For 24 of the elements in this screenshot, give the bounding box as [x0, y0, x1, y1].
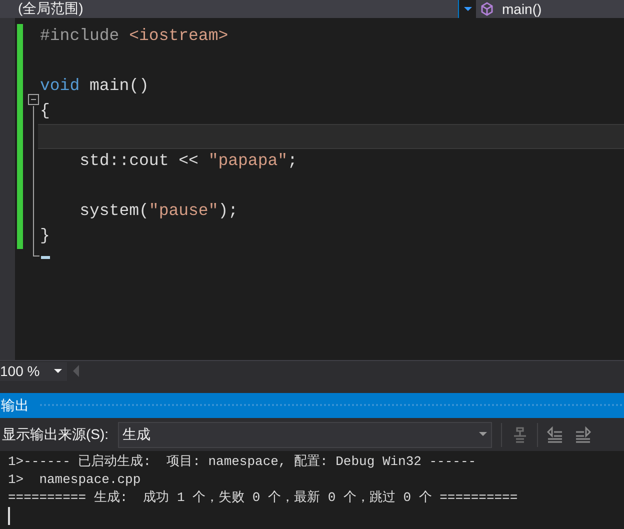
source-dropdown[interactable]: 生成	[118, 422, 492, 448]
panel-title: 输出	[1, 396, 29, 415]
caret-icon	[54, 368, 62, 374]
output-line: 1> namespace.cpp	[8, 471, 142, 489]
previous-message-icon[interactable]	[546, 426, 564, 444]
code-line: system("pause");	[78, 200, 238, 222]
collapse-icon[interactable]	[28, 94, 39, 105]
code-line: }	[40, 225, 50, 248]
output-line: ========== 生成: 成功 1 个，失败 0 个，最新 0 个，跳过 0 个 ==========	[8, 489, 519, 507]
code-line: void main()	[40, 75, 149, 98]
caret-icon	[464, 6, 472, 12]
output-line: 1>------ 已启动生成: 项目: namespace, 配置: Debug Win32 ------	[8, 453, 478, 471]
code-line: #include <iostream>	[40, 25, 228, 48]
caret-icon	[478, 432, 487, 437]
source-label: 显示输出来源(S):	[2, 425, 109, 444]
dropdown-button[interactable]	[458, 0, 476, 18]
code-line: {	[40, 100, 50, 122]
zoom-level: 100 %	[0, 362, 40, 380]
next-message-icon[interactable]	[574, 426, 592, 444]
member-name: main()	[502, 1, 542, 17]
cube-icon	[480, 2, 494, 16]
zoom-dropdown[interactable]: 100 %	[0, 362, 67, 380]
code-line: std::cout << "papapa";	[78, 150, 298, 172]
text-cursor	[8, 507, 10, 525]
